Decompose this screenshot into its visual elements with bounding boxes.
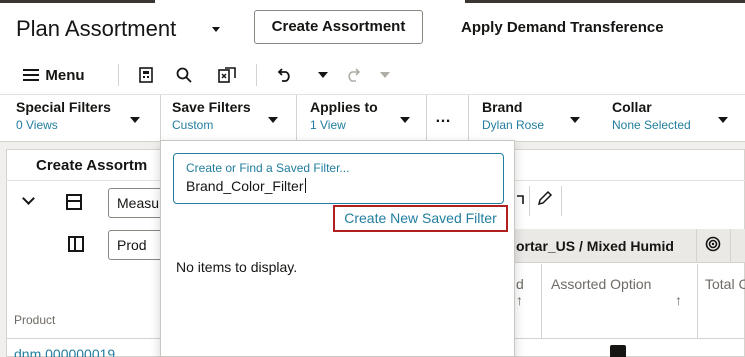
row-divider	[6, 338, 160, 339]
toolbar-divider	[118, 64, 119, 86]
undo-options-dropdown[interactable]	[316, 56, 330, 94]
copy-icon	[517, 195, 524, 204]
layout-icon[interactable]	[66, 194, 82, 210]
filter-label: Save Filters	[172, 99, 251, 115]
product-row-link[interactable]: dnm 000000019	[14, 346, 115, 357]
undo-button[interactable]	[274, 56, 294, 94]
top-accent-line	[465, 0, 745, 3]
column-header-assorted-option[interactable]: Assorted Option	[551, 276, 651, 292]
top-accent-line	[0, 0, 155, 3]
title-bar: Plan Assortment Create Assortment Apply …	[0, 0, 745, 56]
location-header: ortar_US / Mixed Humid	[516, 238, 674, 254]
sort-ascending-icon[interactable]: ↑	[516, 292, 523, 308]
more-filters-button[interactable]: …	[435, 109, 452, 127]
row-header-product: Product	[14, 313, 56, 327]
product-field[interactable]: Prod	[108, 230, 168, 260]
apply-demand-transference-button[interactable]: Apply Demand Transference	[461, 19, 664, 36]
chevron-down-icon	[268, 117, 278, 123]
panel-toggle-icon[interactable]	[68, 236, 84, 252]
page-title[interactable]: Plan Assortment	[16, 16, 176, 42]
filter-label: Collar	[612, 99, 652, 115]
panel-title: Create Assortm	[36, 157, 148, 174]
no-items-message: No items to display.	[176, 259, 298, 275]
grid-export-button[interactable]	[136, 56, 156, 94]
header-divider	[696, 229, 697, 263]
menu-label: Menu	[45, 66, 85, 84]
grid-export-icon	[139, 67, 153, 83]
freeze-icon	[218, 67, 236, 83]
column-header-total[interactable]: Total C	[705, 276, 745, 292]
measures-field[interactable]: Measu	[108, 188, 168, 218]
filter-divider	[160, 95, 161, 141]
target-icon	[705, 236, 721, 252]
redo-icon	[348, 68, 361, 82]
chevron-down-icon	[570, 117, 580, 123]
redo-options-dropdown[interactable]	[378, 56, 392, 94]
menu-button[interactable]: Menu	[14, 56, 94, 94]
column-divider	[697, 264, 698, 339]
filter-label: Special Filters	[16, 99, 111, 115]
saved-filter-search-value[interactable]: Brand_Color_Filter	[186, 178, 306, 194]
toolbar-divider	[529, 186, 530, 216]
header-divider	[730, 229, 731, 263]
search-button[interactable]	[174, 56, 194, 94]
edit-button[interactable]	[537, 190, 553, 209]
saved-filter-search-label: Create or Find a Saved Filter...	[186, 161, 350, 175]
create-new-saved-filter-link[interactable]: Create New Saved Filter	[333, 205, 508, 232]
redo-button[interactable]	[344, 56, 364, 94]
toolbar: Menu	[0, 56, 745, 94]
location-target-button[interactable]	[705, 236, 721, 255]
applies-to-dropdown[interactable]: Applies to 1 View	[310, 99, 416, 139]
chevron-down-icon	[130, 117, 140, 123]
chevron-down-icon	[400, 117, 410, 123]
chevron-down-icon	[718, 117, 728, 123]
chevron-down-icon	[380, 72, 390, 78]
undo-icon	[277, 68, 290, 82]
toolbar-divider	[256, 64, 257, 86]
hamburger-icon	[23, 69, 40, 81]
filter-divider	[426, 95, 427, 141]
filter-divider	[468, 95, 469, 141]
filter-bar: Special Filters 0 Views Save Filters Cus…	[0, 94, 745, 142]
chevron-down-icon[interactable]	[212, 27, 220, 32]
filter-divider	[296, 95, 297, 141]
filter-value: 0 Views	[16, 118, 58, 132]
column-divider	[541, 264, 542, 339]
brand-filter-dropdown[interactable]: Brand Dylan Rose	[482, 99, 592, 139]
collar-filter-dropdown[interactable]: Collar None Selected	[612, 99, 742, 139]
assorted-checkbox[interactable]	[610, 345, 626, 357]
sort-ascending-icon[interactable]: ↑	[675, 292, 682, 308]
create-assortment-button[interactable]: Create Assortment	[254, 10, 423, 44]
filter-label: Applies to	[310, 99, 378, 115]
freeze-button[interactable]	[216, 56, 238, 94]
search-icon	[176, 67, 192, 83]
save-filters-dropdown[interactable]: Save Filters Custom	[172, 99, 284, 139]
column-header-partial[interactable]: d	[516, 276, 524, 292]
chevron-down-icon	[318, 72, 328, 78]
pencil-icon	[537, 190, 553, 206]
special-filters-dropdown[interactable]: Special Filters 0 Views	[16, 99, 146, 139]
toolbar-divider	[561, 186, 562, 216]
partial-icon[interactable]	[515, 190, 525, 209]
filter-label: Brand	[482, 99, 523, 115]
row-divider	[515, 338, 745, 339]
